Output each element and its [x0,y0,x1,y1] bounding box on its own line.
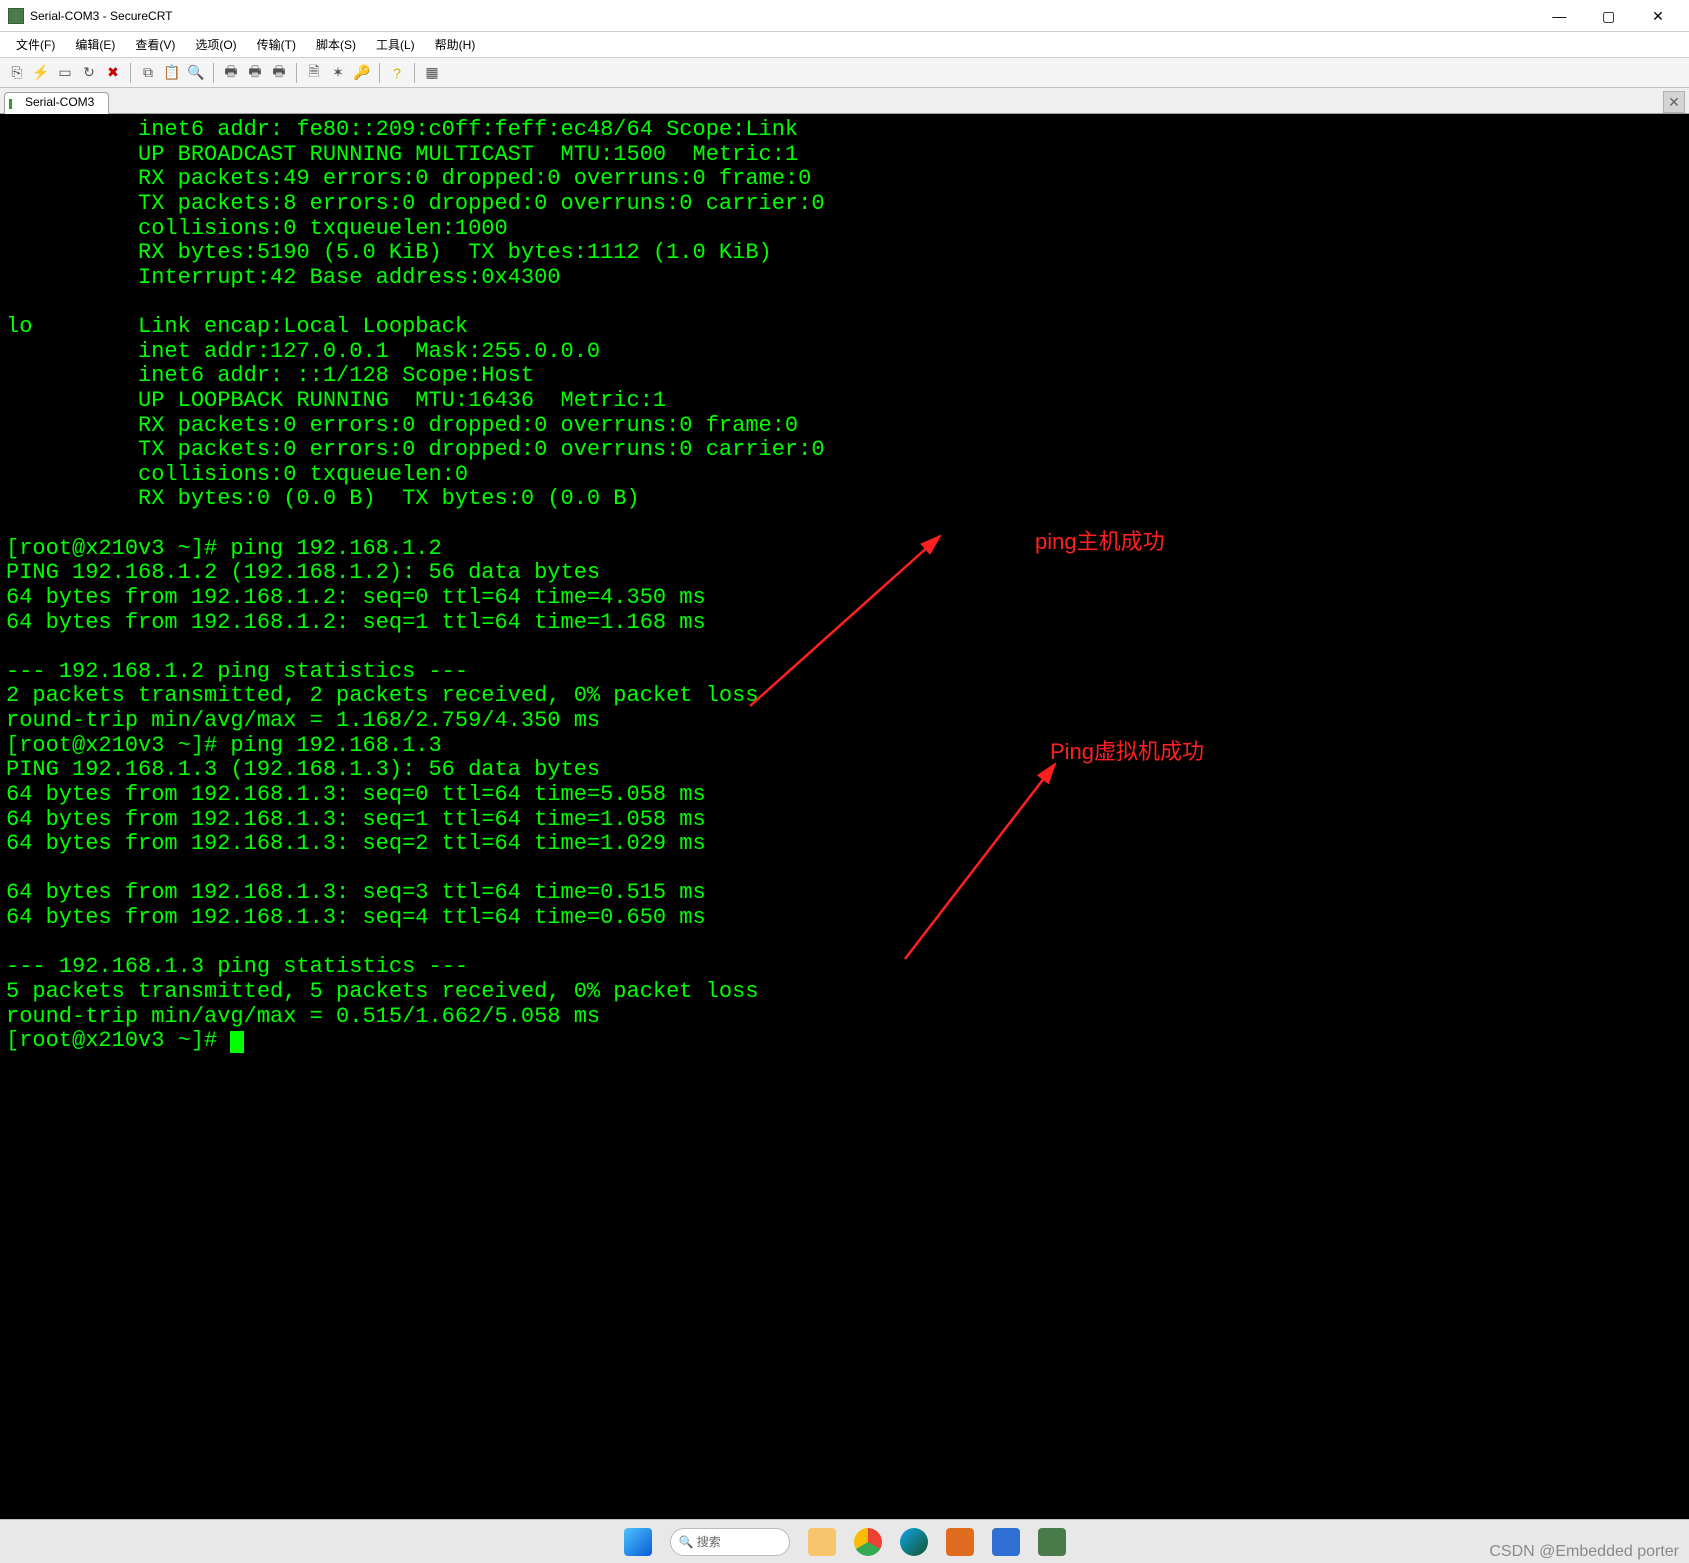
menu-edit[interactable]: 编辑(E) [65,33,125,56]
toolbar: ⎘ ⚡ ▭ ↻ ✖ ⧉ 📋 🔍 🖶 🖶 🖶 🗎 ✶ 🔑 ? ▦ [0,58,1689,88]
toolbar-separator [414,63,415,83]
reconnect-icon[interactable]: ↻ [78,62,100,84]
menu-script[interactable]: 脚本(S) [306,33,366,56]
toolbar-separator [130,63,131,83]
key-icon[interactable]: 🔑 [351,62,373,84]
menu-help[interactable]: 帮助(H) [425,33,486,56]
print-icon[interactable]: 🖶 [220,62,242,84]
tab-serial-com3[interactable]: Serial-COM3 [4,92,109,114]
titlebar: Serial-COM3 - SecureCRT — ▢ ✕ [0,0,1689,32]
watermark: CSDN @Embedded porter [1489,1543,1679,1561]
session-manager-icon[interactable]: ▭ [54,62,76,84]
tile-icon[interactable]: ▦ [421,62,443,84]
terminal-output: inet6 addr: fe80::209:c0ff:feff:ec48/64 … [6,118,1683,1054]
taskbar-app1-icon[interactable] [946,1528,974,1556]
taskbar-start-icon[interactable] [624,1528,652,1556]
menubar: 文件(F) 编辑(E) 查看(V) 选项(O) 传输(T) 脚本(S) 工具(L… [0,32,1689,58]
app-icon [8,8,24,24]
menu-file[interactable]: 文件(F) [6,33,65,56]
menu-tools[interactable]: 工具(L) [366,33,425,56]
print-setup-icon[interactable]: 🖶 [268,62,290,84]
tab-label: Serial-COM3 [19,95,94,109]
menu-transfer[interactable]: 传输(T) [247,33,306,56]
tabbar: Serial-COM3 ✕ [0,88,1689,114]
menu-options[interactable]: 选项(O) [185,33,246,56]
window-controls: — ▢ ✕ [1536,0,1681,32]
log-session-icon[interactable]: 🗎 [303,62,325,84]
toolbar-separator [213,63,214,83]
taskbar-chrome-icon[interactable] [854,1528,882,1556]
print-screen-icon[interactable]: 🖶 [244,62,266,84]
terminal[interactable]: inet6 addr: fe80::209:c0ff:feff:ec48/64 … [0,114,1689,1519]
minimize-button[interactable]: — [1536,0,1582,32]
help-icon[interactable]: ? [386,62,408,84]
taskbar-search-icon[interactable]: 🔍 搜索 [670,1528,790,1556]
find-icon[interactable]: 🔍 [185,62,207,84]
tab-active-indicator [9,99,12,109]
copy-icon[interactable]: ⧉ [137,62,159,84]
terminal-cursor [230,1031,244,1053]
tab-close-panel-button[interactable]: ✕ [1663,91,1685,113]
menu-view[interactable]: 查看(V) [125,33,185,56]
window-title: Serial-COM3 - SecureCRT [30,9,172,23]
taskbar-explorer-icon[interactable] [808,1528,836,1556]
quick-connect-icon[interactable]: ⚡ [30,62,52,84]
taskbar-edge-icon[interactable] [900,1528,928,1556]
maximize-button[interactable]: ▢ [1586,0,1632,32]
toolbar-separator [296,63,297,83]
close-button[interactable]: ✕ [1635,0,1681,32]
connect-icon[interactable]: ⎘ [6,62,28,84]
taskbar-app2-icon[interactable] [992,1528,1020,1556]
taskbar-app3-icon[interactable] [1038,1528,1066,1556]
paste-icon[interactable]: 📋 [161,62,183,84]
disconnect-icon[interactable]: ✖ [102,62,124,84]
taskbar: 🔍 搜索 [0,1519,1689,1563]
settings-icon[interactable]: ✶ [327,62,349,84]
toolbar-separator [379,63,380,83]
